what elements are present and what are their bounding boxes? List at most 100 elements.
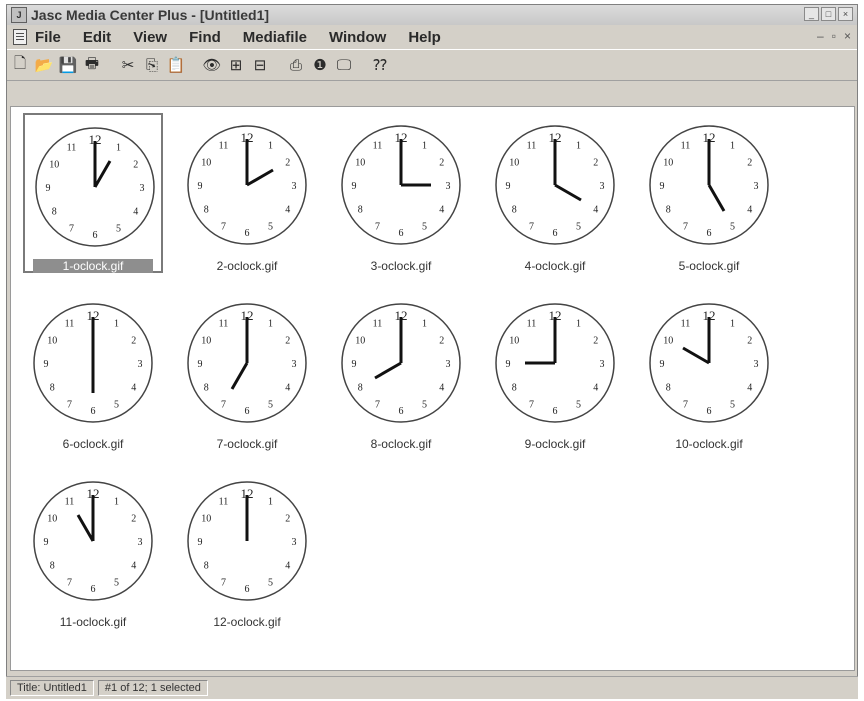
thumbnail-item[interactable]: 12 1 2 3 4 5 6 7 8 9 10 11 7-oclock.gif	[177, 291, 317, 451]
menu-window[interactable]: Window	[329, 29, 386, 46]
clock-number: 8	[204, 383, 209, 394]
clock-number: 4	[133, 207, 138, 218]
menu-edit[interactable]: Edit	[83, 29, 111, 46]
clock-number: 2	[285, 158, 290, 169]
copy-icon[interactable]: ⎘	[141, 54, 163, 76]
doc-close-button[interactable]: ×	[844, 29, 851, 43]
clock-number: 7	[221, 578, 226, 589]
document-controls: – ▫ ×	[817, 29, 851, 43]
clock-number: 3	[138, 537, 143, 548]
clock-number: 2	[285, 336, 290, 347]
open-icon[interactable]: 📂	[33, 54, 55, 76]
paste-icon[interactable]: 📋	[165, 54, 187, 76]
clock-number: 10	[201, 158, 211, 169]
clock-number: 4	[747, 383, 752, 394]
doc-restore-button[interactable]: ▫	[832, 29, 836, 43]
help-context-icon[interactable]: ⁇	[369, 54, 391, 76]
thumbnail-label: 11-oclock.gif	[59, 615, 127, 629]
clock-number: 1	[114, 318, 119, 329]
thumbnail-item[interactable]: 12 1 2 3 4 5 6 7 8 9 10 11 4-oclock.gif	[485, 113, 625, 273]
thumbnail-item[interactable]: 12 1 2 3 4 5 6 7 8 9 10 11 8-oclock.gif	[331, 291, 471, 451]
thumbnail-item[interactable]: 12 1 2 3 4 5 6 7 8 9 10 11 6-oclock.gif	[23, 291, 163, 451]
clock-number: 1	[730, 140, 735, 151]
clock-image: 121234567891011	[187, 303, 307, 423]
clock-number: 6	[399, 228, 404, 239]
clock-number: 7	[529, 222, 534, 233]
add-file-icon[interactable]: ⊞	[225, 54, 247, 76]
clock-number: 3	[446, 181, 451, 192]
clock-number: 9	[44, 537, 49, 548]
thumbnail-item[interactable]: 12 1 2 3 4 5 6 7 8 9 10 11 2-oclock.gif	[177, 113, 317, 273]
clock-number: 6	[91, 584, 96, 595]
clock-number: 10	[355, 336, 365, 347]
clock-number: 4	[285, 383, 290, 394]
clock-number: 11	[67, 142, 77, 153]
thumbnail-item[interactable]: 12 1 2 3 4 5 6 7 8 9 10 11 9-oclock.gif	[485, 291, 625, 451]
clock-number: 11	[219, 140, 229, 151]
save-icon[interactable]: 💾	[57, 54, 79, 76]
clock-number: 7	[221, 222, 226, 233]
clock-number: 1	[576, 140, 581, 151]
clock-number: 3	[292, 537, 297, 548]
menu-view[interactable]: View	[133, 29, 167, 46]
menu-find[interactable]: Find	[189, 29, 221, 46]
thumbnail-item[interactable]: 12 1 2 3 4 5 6 7 8 9 10 11 12-oclock.gif	[177, 469, 317, 629]
thumbnail-item[interactable]: 12 1 2 3 4 5 6 7 8 9 10 11 10-oclock.gif	[639, 291, 779, 451]
cut-icon[interactable]: ✂	[117, 54, 139, 76]
clock-number: 3	[600, 359, 605, 370]
edit-icon[interactable]: ⎙	[285, 54, 307, 76]
clock-number: 7	[221, 400, 226, 411]
clock-number: 7	[683, 222, 688, 233]
clock-number: 2	[593, 336, 598, 347]
new-icon[interactable]: 🗋	[9, 54, 31, 76]
view-icon[interactable]: 👁	[201, 54, 223, 76]
clock-number: 9	[46, 183, 51, 194]
title-bar[interactable]: J Jasc Media Center Plus - [Untitled1] _…	[7, 5, 857, 25]
clock-number: 10	[663, 158, 673, 169]
clock-number: 8	[50, 561, 55, 572]
clock-number: 8	[512, 383, 517, 394]
slideshow-icon[interactable]: 🖵	[333, 54, 355, 76]
thumbnail-label: 10-oclock.gif	[675, 437, 743, 451]
clock-number: 5	[730, 400, 735, 411]
clock-number: 4	[285, 205, 290, 216]
clock-number: 1	[114, 496, 119, 507]
clock-number: 3	[754, 181, 759, 192]
thumbnail-label: 8-oclock.gif	[370, 437, 432, 451]
clock-image: 121234567891011	[495, 303, 615, 423]
clock-number: 7	[375, 222, 380, 233]
clock-number: 4	[747, 205, 752, 216]
status-bar: Title: Untitled1 #1 of 12; 1 selected	[6, 676, 858, 699]
thumbnail-item[interactable]: 12 1 2 3 4 5 6 7 8 9 10 11 5-oclock.gif	[639, 113, 779, 273]
clock-number: 2	[131, 336, 136, 347]
clock-number: 1	[268, 140, 273, 151]
window-title: Jasc Media Center Plus - [Untitled1]	[31, 7, 270, 23]
menu-bar: File Edit View Find Mediafile Window Hel…	[7, 25, 857, 49]
app-icon: J	[11, 7, 27, 23]
menu-mediafile[interactable]: Mediafile	[243, 29, 307, 46]
import-icon[interactable]: ⊟	[249, 54, 271, 76]
minimize-button[interactable]: _	[804, 7, 819, 21]
clock-number: 5	[576, 400, 581, 411]
window-controls: _ □ ×	[804, 7, 853, 21]
menu-help[interactable]: Help	[408, 29, 441, 46]
maximize-button[interactable]: □	[821, 7, 836, 21]
print-icon[interactable]: 🖶	[81, 54, 103, 76]
clock-image: 121234567891011	[187, 481, 307, 601]
clock-number: 5	[114, 400, 119, 411]
clock-number: 8	[50, 383, 55, 394]
clock-number: 9	[352, 181, 357, 192]
toolbar: 🗋 📂 💾 🖶 ✂ ⎘ 📋 👁 ⊞ ⊟ ⎙ ❶ 🖵 ⁇	[7, 49, 857, 81]
thumbnail-item[interactable]: 12 1 2 3 4 5 6 7 8 9 10 11 3-oclock.gif	[331, 113, 471, 273]
document-icon[interactable]	[13, 29, 27, 45]
clock-number: 8	[204, 561, 209, 572]
doc-minimize-button[interactable]: –	[817, 29, 824, 43]
thumbnail-item[interactable]: 12 1 2 3 4 5 6 7 8 9 10 11 1-oclock.gif	[23, 113, 163, 273]
thumbnail-item[interactable]: 12 1 2 3 4 5 6 7 8 9 10 11 11-oclock.gif	[23, 469, 163, 629]
menu-file[interactable]: File	[35, 29, 61, 46]
info-icon[interactable]: ❶	[309, 54, 331, 76]
thumbnail-label: 2-oclock.gif	[216, 259, 278, 273]
close-button[interactable]: ×	[838, 7, 853, 21]
clock-number: 2	[747, 158, 752, 169]
clock-number: 9	[44, 359, 49, 370]
